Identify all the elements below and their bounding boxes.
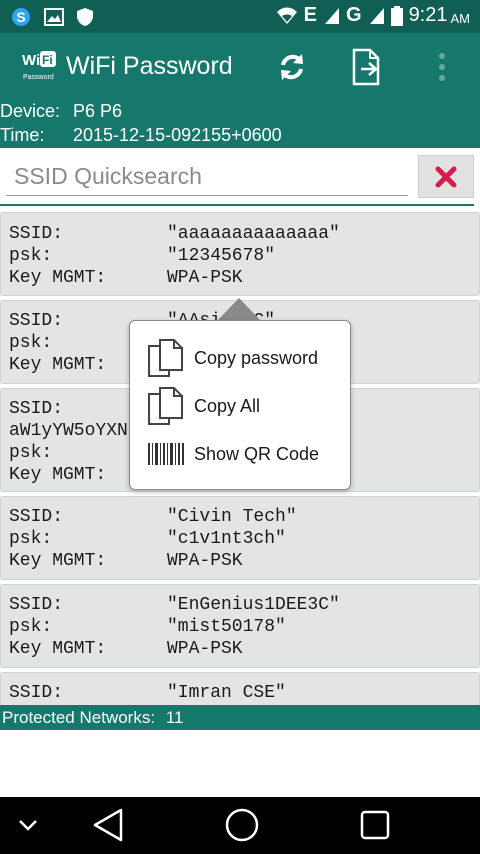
battery-icon <box>390 5 403 26</box>
time-label: Time: <box>0 125 45 145</box>
shield-icon <box>77 8 93 26</box>
key-mgmt-label: Key MGMT: <box>9 465 107 485</box>
protected-networks-count: 11 <box>165 708 184 727</box>
close-icon <box>435 166 457 187</box>
ssid-label: SSID: <box>9 595 64 615</box>
app-bar: Wi Fi Password WiFi Password <box>0 33 480 99</box>
ssid-value: "Imran CSE" <box>167 683 286 703</box>
device-info: Device: P6 P6 Time: 2015-12-15-092155+06… <box>0 99 480 148</box>
ssid-label: SSID: <box>9 224 64 244</box>
system-nav-bar <box>0 797 480 854</box>
skype-icon: S <box>12 8 30 26</box>
back-button[interactable] <box>86 805 130 845</box>
back-icon <box>93 808 123 842</box>
key-mgmt-label: Key MGMT: <box>9 551 107 571</box>
psk-label: psk: <box>9 246 53 266</box>
protected-networks-footer: Protected Networks: 11 <box>0 705 480 730</box>
key-mgmt-value: WPA-PSK <box>167 551 243 571</box>
svg-text:Fi: Fi <box>42 53 53 67</box>
copy-password-label: Copy password <box>194 347 319 368</box>
copy-all-menu-item[interactable]: Copy All <box>130 383 350 429</box>
export-icon <box>352 48 380 86</box>
ssid-value: aW1yYW5oYXN <box>9 421 128 441</box>
divider <box>0 204 474 206</box>
key-mgmt-label: Key MGMT: <box>9 268 107 288</box>
home-button[interactable] <box>220 805 264 845</box>
svg-text:Password: Password <box>23 74 54 81</box>
network-card[interactable]: SSID: "EnGenius1DEE3C" psk: "mist50178" … <box>0 584 480 668</box>
time-value: 2015-12-15-092155+0600 <box>73 125 282 145</box>
psk-label: psk: <box>9 529 53 549</box>
app-logo-icon: Wi Fi Password <box>22 51 56 81</box>
show-qr-code-label: Show QR Code <box>194 443 320 464</box>
svg-text:S: S <box>16 9 25 25</box>
copy-password-menu-item[interactable]: Copy password <box>130 335 350 381</box>
psk-label: psk: <box>9 333 53 353</box>
chevron-down-icon <box>19 820 37 831</box>
overflow-dot-icon <box>439 53 445 59</box>
ssid-value: "EnGenius1DEE3C" <box>167 595 340 615</box>
export-button[interactable] <box>347 47 387 87</box>
recents-icon <box>360 810 390 840</box>
show-qr-code-menu-item[interactable]: Show QR Code <box>130 431 350 477</box>
psk-value: "12345678" <box>167 246 276 266</box>
clear-search-button[interactable] <box>418 155 474 198</box>
psk-label: psk: <box>9 617 53 637</box>
app-title: WiFi Password <box>66 52 233 80</box>
cell-signal-icon <box>325 7 339 24</box>
popup-arrow <box>217 298 261 321</box>
copy-icon <box>148 387 183 425</box>
ssid-label: SSID: <box>9 311 64 331</box>
network-type-label: E <box>303 4 318 26</box>
key-mgmt-label: Key MGMT: <box>9 355 107 375</box>
copy-all-label: Copy All <box>194 395 261 416</box>
recents-button[interactable] <box>353 805 397 845</box>
ssid-value: "aaaaaaaaaaaaaa" <box>167 224 340 244</box>
network-card[interactable]: SSID: "Imran CSE" <box>0 672 480 705</box>
image-icon <box>44 8 64 26</box>
barcode-icon <box>148 443 184 465</box>
psk-value: "mist50178" <box>167 617 286 637</box>
svg-text:Wi: Wi <box>22 52 40 69</box>
network-type-label-2: G <box>346 4 363 26</box>
status-bar: S E G 9:21 AM <box>0 0 480 33</box>
ssid-value: "Civin Tech" <box>167 507 297 527</box>
psk-value: "c1v1nt3ch" <box>167 529 286 549</box>
psk-label: psk: <box>9 443 53 463</box>
refresh-icon <box>281 54 303 80</box>
ssid-label: SSID: <box>9 399 64 419</box>
network-card[interactable]: SSID: "Civin Tech" psk: "c1v1nt3ch" Key … <box>0 496 480 580</box>
key-mgmt-label: Key MGMT: <box>9 639 107 659</box>
wifi-signal-icon <box>276 7 297 24</box>
device-value: P6 P6 <box>73 101 123 121</box>
overflow-menu-button[interactable] <box>430 51 454 83</box>
refresh-button[interactable] <box>272 47 312 87</box>
overflow-dot-icon <box>439 64 445 70</box>
context-popup-menu: Copy password Copy All Show QR Code <box>129 320 351 490</box>
collapse-button[interactable] <box>6 805 50 845</box>
copy-icon <box>148 339 183 377</box>
cell-signal-icon-2 <box>369 7 384 24</box>
home-icon <box>225 808 259 842</box>
ssid-label: SSID: <box>9 683 64 703</box>
clock: 9:21 <box>408 4 448 26</box>
key-mgmt-value: WPA-PSK <box>167 268 243 288</box>
ssid-label: SSID: <box>9 507 64 527</box>
key-mgmt-value: WPA-PSK <box>167 639 243 659</box>
device-label: Device: <box>0 101 61 121</box>
protected-networks-label: Protected Networks: <box>2 708 156 727</box>
network-card[interactable]: SSID: "aaaaaaaaaaaaaa" psk: "12345678" K… <box>0 212 480 296</box>
overflow-dot-icon <box>439 75 445 81</box>
ssid-search-input[interactable] <box>6 158 408 196</box>
clock-ampm: AM <box>450 10 471 26</box>
